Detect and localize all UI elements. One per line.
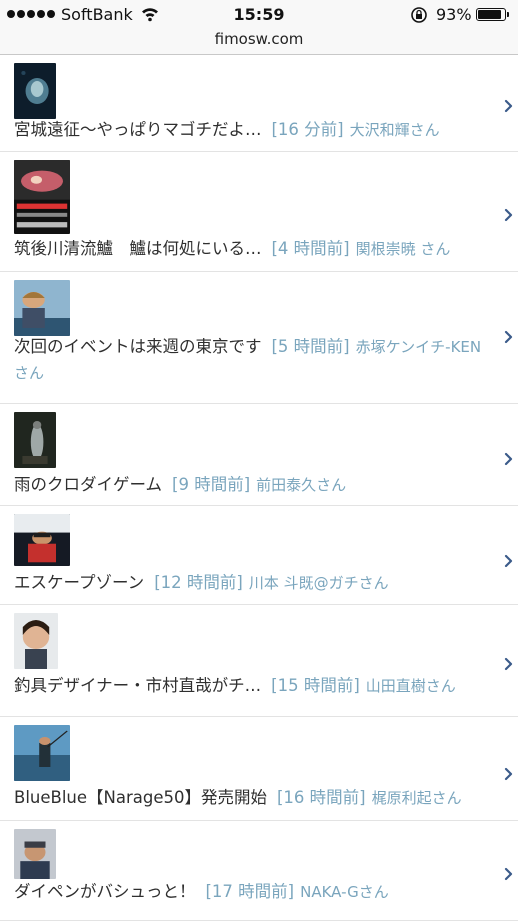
feed-item-time: [5 時間前]	[271, 337, 350, 356]
chevron-right-icon[interactable]	[504, 554, 514, 568]
feed-item-text[interactable]: エスケープゾーン [12 時間前] 川本 斗既@ガチさん	[14, 570, 490, 596]
feed-item-time: [4 時間前]	[271, 239, 350, 258]
feed-item-time: [9 時間前]	[172, 475, 251, 494]
battery-fill	[478, 10, 502, 19]
status-bar: SoftBank 15:59 93%	[0, 0, 518, 30]
feed-item-time: [16 時間前]	[277, 788, 366, 807]
feed-item-text[interactable]: 次回のイベントは来週の東京です [5 時間前] 赤塚ケンイチ-KENさん	[14, 334, 490, 386]
portrait-photo-icon[interactable]	[14, 280, 70, 336]
feed-item-time: [17 時間前]	[205, 882, 295, 901]
feed-item-text[interactable]: 筑後川清流鱸 鱸は何処にいる… [4 時間前] 関根崇暁 さん	[14, 236, 490, 262]
battery-icon	[476, 8, 509, 21]
screen: SoftBank 15:59 93% fimosw.com 宮城遠征〜やっぱりマ…	[0, 0, 518, 921]
feed-item-text[interactable]: 釣具デザイナー・市村直哉がチ… [15 時間前] 山田直樹さん	[14, 673, 490, 699]
feed-item[interactable]: 釣具デザイナー・市村直哉がチ… [15 時間前] 山田直樹さん	[0, 605, 518, 717]
chevron-right-icon[interactable]	[504, 657, 514, 671]
chevron-right-icon[interactable]	[504, 767, 514, 781]
feed-item-title[interactable]: ダイペンがバシュっと！	[14, 882, 196, 901]
feed-item-author: 山田直樹さん	[365, 677, 456, 695]
feed-item-title[interactable]: 釣具デザイナー・市村直哉がチ…	[14, 676, 261, 695]
lure-photo-icon[interactable]	[14, 160, 70, 234]
feed-item[interactable]: 次回のイベントは来週の東京です [5 時間前] 赤塚ケンイチ-KENさん	[0, 272, 518, 404]
feed-item-text[interactable]: 宮城遠征〜やっぱりマゴチだよ… [16 分前] 大沢和輝さん	[14, 117, 490, 143]
feed-item-time: [15 時間前]	[271, 676, 360, 695]
feed-item[interactable]: エスケープゾーン [12 時間前] 川本 斗既@ガチさん	[0, 506, 518, 605]
angler-photo-icon[interactable]	[14, 514, 70, 566]
chevron-right-icon[interactable]	[504, 452, 514, 466]
feed-item[interactable]: ダイペンがバシュっと！ [17 時間前] NAKA-Gさん	[0, 821, 518, 921]
feed-item-title[interactable]: エスケープゾーン	[14, 573, 144, 592]
feed-item[interactable]: 宮城遠征〜やっぱりマゴチだよ… [16 分前] 大沢和輝さん	[0, 55, 518, 152]
feed-item-text[interactable]: BlueBlue【Narage50】発売開始 [16 時間前] 梶原利起さん	[14, 785, 490, 811]
chevron-right-icon[interactable]	[504, 208, 514, 222]
feed-item-time: [16 分前]	[271, 120, 344, 139]
feed-item-author: NAKA-Gさん	[300, 883, 389, 901]
feed-item-author: 梶原利起さん	[371, 789, 462, 807]
feed-item[interactable]: 雨のクロダイゲーム [9 時間前] 前田泰久さん	[0, 404, 518, 506]
feed-item-text[interactable]: 雨のクロダイゲーム [9 時間前] 前田泰久さん	[14, 472, 490, 498]
feed-item-author: 川本 斗既@ガチさん	[248, 574, 389, 592]
fish-catch-photo-icon[interactable]	[14, 412, 56, 468]
face-photo-icon[interactable]	[14, 613, 58, 669]
feed-item[interactable]: 筑後川清流鱸 鱸は何処にいる… [4 時間前] 関根崇暁 さん	[0, 152, 518, 272]
feed-item-title[interactable]: BlueBlue【Narage50】発売開始	[14, 788, 267, 807]
angler-cap-photo-icon[interactable]	[14, 829, 56, 879]
feed-item[interactable]: BlueBlue【Narage50】発売開始 [16 時間前] 梶原利起さん	[0, 717, 518, 821]
night-fish-photo-icon[interactable]	[14, 63, 56, 119]
chevron-right-icon[interactable]	[504, 330, 514, 344]
feed-item-author: 関根崇暁 さん	[355, 240, 451, 258]
feed-item-author: 大沢和輝さん	[349, 121, 440, 139]
chevron-right-icon[interactable]	[504, 867, 514, 881]
feed-item-title[interactable]: 宮城遠征〜やっぱりマゴチだよ…	[14, 120, 262, 139]
sea-fishing-photo-icon[interactable]	[14, 725, 70, 781]
feed-item-title[interactable]: 次回のイベントは来週の東京です	[14, 337, 262, 356]
rotation-lock-icon	[411, 7, 427, 23]
chevron-right-icon[interactable]	[504, 99, 514, 113]
battery-percent: 93%	[436, 5, 472, 24]
url-bar[interactable]: fimosw.com	[0, 30, 518, 55]
feed-item-text[interactable]: ダイペンがバシュっと！ [17 時間前] NAKA-Gさん	[14, 879, 490, 905]
feed-item-title[interactable]: 雨のクロダイゲーム	[14, 475, 162, 494]
feed-item-time: [12 時間前]	[154, 573, 243, 592]
feed-item-title[interactable]: 筑後川清流鱸 鱸は何処にいる…	[14, 239, 262, 258]
feed-item-author: 前田泰久さん	[256, 476, 347, 494]
feed-list: 宮城遠征〜やっぱりマゴチだよ… [16 分前] 大沢和輝さん筑後川清流鱸 鱸は何処に…	[0, 55, 518, 921]
